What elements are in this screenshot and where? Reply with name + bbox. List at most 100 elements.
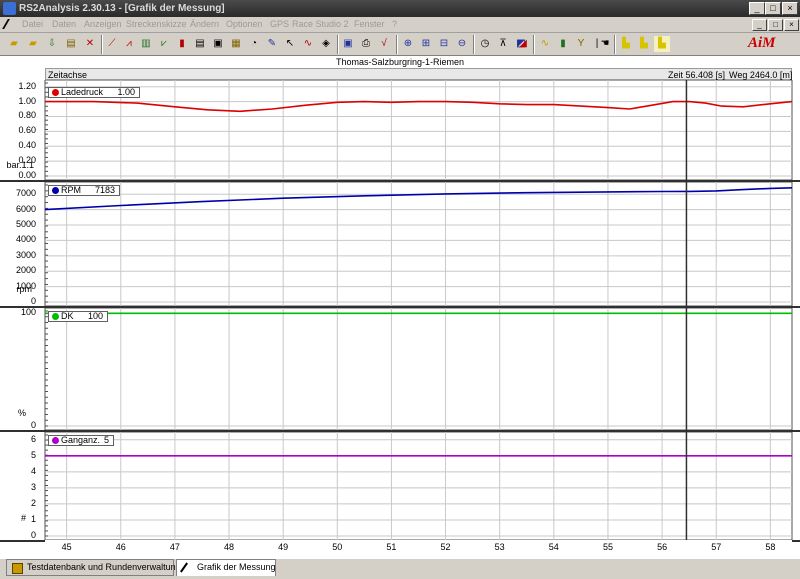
x-tick-label: 51 (386, 542, 397, 552)
y-tick-label: 4 (30, 465, 36, 476)
x-tick-label: 56 (657, 542, 668, 552)
panel-frame (44, 431, 793, 541)
layout-3-icon[interactable]: ▙ (654, 36, 670, 52)
print-preview-icon[interactable]: ▣ (340, 36, 356, 52)
channel-name: RPM (61, 185, 81, 195)
notes-icon[interactable]: ▦ (228, 36, 244, 52)
zoom-width-icon[interactable]: ⊟ (436, 36, 452, 52)
hand-icon[interactable]: ☚ (597, 36, 613, 52)
lap-marker-icon[interactable]: ⊼ (495, 36, 511, 52)
gauge-icon[interactable]: ◔ (246, 36, 262, 52)
channel-value: 1.00 (117, 87, 135, 97)
panel-frame (44, 80, 793, 181)
rpm-unit: rpm (16, 284, 33, 294)
layout-2-icon[interactable]: ▙ (636, 36, 652, 52)
menu-optionen[interactable]: Optionen (226, 19, 263, 29)
toolbar-separator (533, 35, 535, 54)
menu-race-studio[interactable]: Race Studio 2 (292, 19, 349, 29)
channel-label-ladedruck[interactable]: Ladedruck 1.00 (48, 87, 140, 98)
cursor-icon[interactable]: ↖ (282, 36, 298, 52)
film-icon[interactable]: ▮ (555, 36, 571, 52)
channel-label-dk[interactable]: DK 100 (48, 311, 108, 322)
y-tick-label: 0 (30, 296, 36, 306)
channel-name: Ganganz. (61, 435, 101, 445)
track-map-icon[interactable]: ∿ (300, 36, 316, 52)
wave-icon[interactable]: ∿ (537, 36, 553, 52)
mdi-minimize-button[interactable]: _ (752, 19, 767, 31)
tab-testdatenbank[interactable]: Testdatenbank und Rundenverwaltung (6, 559, 181, 576)
menu-datei[interactable]: Datei (22, 19, 43, 29)
x-tick-label: 49 (278, 542, 289, 552)
channel-graph-icon[interactable]: ⩗ (156, 36, 172, 52)
graph-time-icon[interactable]: ⟋ (104, 36, 120, 52)
x-tick-label: 48 (224, 542, 235, 552)
channel-value: 7183 (94, 185, 115, 195)
y-tick-label: 5000 (15, 219, 36, 230)
menu-fenster[interactable]: Fenster (354, 19, 385, 29)
x-tick-label: 57 (711, 542, 722, 552)
database-icon (12, 563, 23, 574)
mdi-maximize-button[interactable]: □ (768, 19, 783, 31)
y-tick-label: 0 (30, 530, 36, 540)
dk-unit: % (17, 408, 26, 418)
tab-label: Grafik der Messung (197, 562, 276, 572)
pen-icon[interactable]: ✎ (264, 36, 280, 52)
toolbar-separator (337, 35, 339, 54)
panel-frame (44, 307, 793, 431)
y-tick-label: 0 (30, 420, 36, 430)
y-tick-label: 0.60 (18, 125, 36, 136)
delete-icon[interactable]: ✕ (82, 36, 98, 52)
zoom-area-icon[interactable]: ⊞ (418, 36, 434, 52)
menu-streckenskizze[interactable]: Streckenskizze (126, 19, 187, 29)
math-channel-icon[interactable]: √ (376, 36, 392, 52)
time-readout: Zeit 56.408 [s] (668, 70, 726, 80)
ganganz-unit: # (20, 513, 26, 523)
zoom-in-icon[interactable]: ⊕ (400, 36, 416, 52)
zoom-out-icon[interactable]: ⊖ (454, 36, 470, 52)
open-folder-arrow-icon[interactable]: ▰ (25, 36, 41, 52)
import-icon[interactable]: ▤ (63, 36, 79, 52)
maximize-button[interactable]: □ (765, 2, 781, 15)
x-tick-label: 50 (332, 542, 343, 552)
tab-grafik[interactable]: Grafik der Messung (176, 559, 276, 576)
mdi-close-button[interactable]: × (784, 19, 799, 31)
triangle-icon[interactable]: ◢ (515, 36, 531, 52)
channel-value: 100 (87, 311, 103, 321)
gps-icon[interactable]: ◈ (318, 36, 334, 52)
table-icon[interactable]: ▤ (192, 36, 208, 52)
toolbar-separator (396, 35, 398, 54)
layout-1-icon[interactable]: ▙ (618, 36, 634, 52)
menu-daten[interactable]: Daten (52, 19, 76, 29)
clock-icon[interactable]: ◷ (477, 36, 493, 52)
y-tick-label: 4000 (15, 234, 36, 245)
close-button[interactable]: × (782, 2, 798, 15)
histogram-icon[interactable]: ▥ (138, 36, 154, 52)
dk-color-dot (52, 313, 59, 320)
y-tick-label: 7000 (15, 188, 36, 199)
split-view-icon[interactable]: ▣ (210, 36, 226, 52)
menu-anzeigen[interactable]: Anzeigen (84, 19, 122, 29)
channel-label-ganganz[interactable]: Ganganz. 5 (48, 435, 114, 446)
measurement-plot[interactable] (0, 80, 800, 542)
minimize-button[interactable]: _ (749, 2, 765, 15)
channel-label-rpm[interactable]: RPM 7183 (48, 185, 120, 196)
open-folder-icon[interactable]: ▰ (6, 36, 22, 52)
menu-gps[interactable]: GPS (270, 19, 289, 29)
y-tick-label: 3 (30, 481, 36, 492)
download-icon[interactable]: ⇩ (44, 36, 60, 52)
pencil-icon (180, 562, 188, 573)
window-title: RS2Analysis 2.30.13 - [Grafik der Messun… (19, 3, 225, 14)
x-tick-label: 54 (548, 542, 559, 552)
menu-help[interactable]: ? (392, 19, 397, 29)
print-icon[interactable]: ⎙ (358, 36, 374, 52)
aim-logo: AiM (748, 35, 776, 51)
y-tick-label: 0.00 (18, 170, 36, 180)
time-axis-label: Zeitachse (48, 70, 88, 80)
graph-distance-icon[interactable]: ⩘ (121, 36, 137, 52)
y-axis-icon[interactable]: Y (573, 36, 589, 52)
report-icon[interactable]: ▮ (174, 36, 190, 52)
y-tick-label: 6 (30, 433, 36, 444)
channel-value: 5 (103, 435, 109, 445)
x-axis (45, 540, 792, 557)
menu-aendern[interactable]: Ändern (190, 19, 219, 29)
